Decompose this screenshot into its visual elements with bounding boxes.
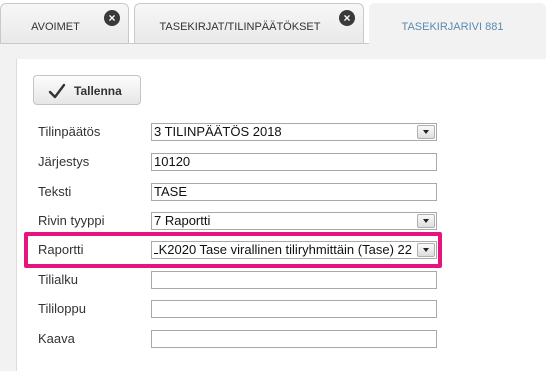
label-tilinpaatos: Tilinpäätös [38, 124, 101, 139]
save-button-label: Tallenna [74, 84, 122, 98]
highlight-box [24, 232, 442, 268]
jarjestys-field[interactable]: 10120 [151, 153, 437, 171]
tilinpaatos-select[interactable]: 3 TILINPÄÄTÖS 2018 [151, 123, 437, 141]
teksti-field[interactable]: TASE [151, 183, 437, 201]
close-icon[interactable]: × [104, 10, 120, 26]
rivin-tyyppi-select[interactable]: 7 Raportti [151, 212, 437, 230]
label-rivin-tyyppi: Rivin tyyppi [38, 213, 105, 228]
tilialku-field[interactable] [151, 271, 437, 289]
label-tilialku: Tilialku [38, 272, 78, 287]
kaava-field[interactable] [151, 330, 437, 348]
tab-tasekirjat[interactable]: TASEKIRJAT/TILINPÄÄTÖKSET × [134, 3, 364, 43]
tab-label: TASEKIRJAT/TILINPÄÄTÖKSET [159, 21, 321, 33]
tab-label: AVOIMET [31, 21, 80, 33]
checkmark-icon [48, 83, 66, 99]
tilinpaatos-value: 3 TILINPÄÄTÖS 2018 [154, 124, 282, 139]
label-tililoppu: Tililoppu [38, 301, 86, 316]
tab-avoimet[interactable]: AVOIMET × [0, 3, 129, 43]
chevron-down-icon[interactable] [417, 125, 435, 139]
close-icon[interactable]: × [339, 10, 355, 26]
rivin-tyyppi-value: 7 Raportti [154, 213, 211, 228]
tililoppu-field[interactable] [151, 300, 437, 318]
chevron-down-icon[interactable] [417, 214, 435, 228]
tab-bar: AVOIMET × TASEKIRJAT/TILINPÄÄTÖKSET × TA… [0, 0, 546, 44]
label-teksti: Teksti [38, 184, 72, 199]
tab-label: TASEKIRJARIVI 881 [401, 21, 504, 33]
label-kaava: Kaava [38, 331, 75, 346]
label-jarjestys: Järjestys [38, 154, 90, 169]
tab-tasekirjarivi[interactable]: TASEKIRJARIVI 881 [369, 3, 546, 44]
save-button[interactable]: Tallenna [33, 75, 141, 105]
